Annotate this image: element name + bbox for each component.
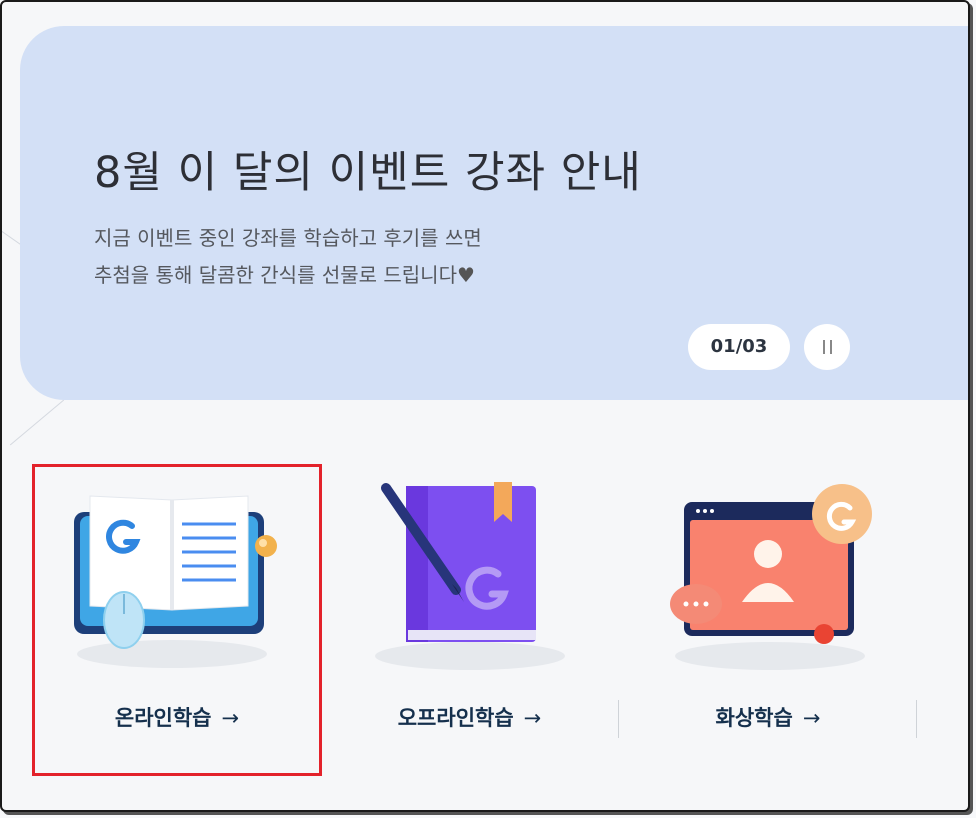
banner-description: 지금 이벤트 중인 강좌를 학습하고 후기를 쓰면 추첨을 통해 달콤한 간식를… [94, 220, 482, 294]
pause-icon-bar [830, 340, 832, 354]
banner-desc-line1: 지금 이벤트 중인 강좌를 학습하고 후기를 쓰면 [94, 226, 482, 250]
divider [916, 700, 917, 738]
banner-desc-line2: 추첨을 통해 달콤한 간식를 선물로 드립니다 [94, 263, 457, 287]
slide-pager: 01/03 [688, 324, 790, 370]
category-card-video[interactable]: 화상학습 → [618, 464, 918, 774]
page-frame: 8월 이 달의 이벤트 강좌 안내 지금 이벤트 중인 강좌를 학습하고 후기를… [0, 0, 970, 812]
banner-title: 8월 이 달의 이벤트 강좌 안내 [94, 148, 642, 198]
highlight-box [32, 464, 322, 776]
pause-button[interactable] [804, 324, 850, 370]
divider [618, 700, 619, 738]
heart-icon: ♥ [457, 263, 475, 287]
pause-icon [823, 340, 825, 354]
category-label[interactable]: 화상학습 → [618, 702, 918, 732]
event-banner[interactable]: 8월 이 달의 이벤트 강좌 안내 지금 이벤트 중인 강좌를 학습하고 후기를… [20, 26, 968, 400]
category-card-offline[interactable]: 오프라인학습 → [322, 464, 617, 774]
category-label[interactable]: 오프라인학습 → [322, 702, 617, 732]
category-label-text: 오프라인학습 [397, 706, 514, 730]
arrow-right-icon: → [523, 706, 542, 730]
purple-book-pencil-icon [375, 482, 565, 670]
category-label-text: 화상학습 [715, 706, 793, 730]
video-call-icon [670, 484, 872, 670]
decorative-line [9, 399, 65, 446]
arrow-right-icon: → [802, 706, 821, 730]
